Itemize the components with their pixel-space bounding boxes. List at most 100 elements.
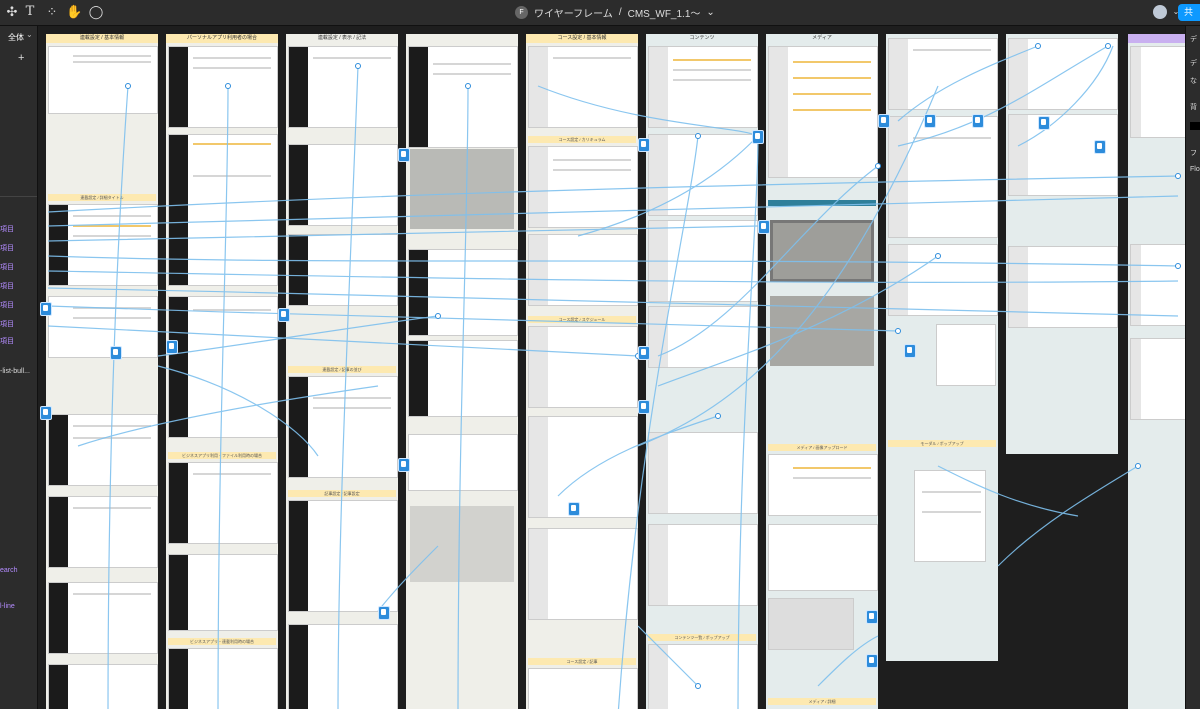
flow-start-icon[interactable]	[166, 340, 178, 354]
wireframe-screen[interactable]	[168, 648, 278, 709]
wireframe-screen[interactable]	[288, 376, 398, 478]
flow-start-icon[interactable]	[568, 502, 580, 516]
wireframe-screen[interactable]	[168, 462, 278, 544]
layer-item[interactable]: 項目	[0, 243, 14, 253]
wireframe-screen[interactable]	[408, 46, 518, 148]
wireframe-screen[interactable]	[888, 116, 998, 238]
wireframe-screen[interactable]	[648, 644, 758, 709]
file-name[interactable]: CMS_WF_1.1〜	[628, 5, 701, 20]
wireframe-screen[interactable]	[48, 296, 158, 358]
flow-start-icon[interactable]	[378, 606, 390, 620]
section-frame[interactable]	[406, 34, 518, 709]
wireframe-screen[interactable]	[768, 524, 878, 591]
background-swatch[interactable]	[1190, 122, 1200, 130]
user-avatar[interactable]	[1153, 5, 1167, 19]
flow-start-icon[interactable]	[398, 458, 410, 472]
modal-screen[interactable]	[914, 470, 986, 562]
wireframe-screen[interactable]	[168, 46, 278, 128]
flow-start-icon[interactable]	[638, 346, 650, 360]
wireframe-screen[interactable]	[648, 306, 758, 368]
section-frame[interactable]	[1128, 34, 1185, 709]
wireframe-screen[interactable]	[1130, 338, 1185, 420]
wireframe-screen[interactable]	[528, 668, 638, 709]
flow-start-icon[interactable]	[866, 654, 878, 668]
section-frame[interactable]: コース設定 / 基本情報 コース設定 / カリキュラム コース設定 / スケジュ…	[526, 34, 638, 709]
wireframe-screen[interactable]	[768, 46, 878, 178]
layer-item[interactable]: 項目	[0, 281, 14, 291]
wireframe-screen[interactable]	[48, 582, 158, 654]
flow-start-icon[interactable]	[866, 610, 878, 624]
wireframe-screen[interactable]	[288, 46, 398, 128]
layer-item[interactable]: l-line	[0, 603, 15, 610]
hand-tool-icon[interactable]: ✋	[66, 4, 82, 20]
layer-item[interactable]: 項目	[0, 300, 14, 310]
wireframe-screen[interactable]	[1008, 114, 1118, 196]
wireframe-screen[interactable]	[288, 234, 398, 306]
layer-item[interactable]: 項目	[0, 319, 14, 329]
section-frame[interactable]: コンテンツ コンテンツ一覧 / ポップアップ	[646, 34, 758, 709]
section-frame[interactable]: 連載設定 / 基本情報 連載設定 / 詳細タイトル	[46, 34, 158, 709]
frame-tool-icon[interactable]: ✣	[4, 4, 20, 20]
flow-start-icon[interactable]	[40, 302, 52, 316]
section-frame[interactable]: モーダル / ポップアップ	[886, 34, 998, 661]
components-icon[interactable]: ⁘	[44, 4, 60, 20]
wireframe-screen[interactable]	[1008, 38, 1118, 110]
chevron-down-icon[interactable]: ⌄	[706, 7, 714, 18]
page-selector[interactable]: 全体	[8, 32, 24, 43]
wireframe-screen[interactable]	[408, 434, 518, 491]
wireframe-screen[interactable]	[528, 234, 638, 306]
flow-start-icon[interactable]	[904, 344, 916, 358]
wireframe-screen[interactable]	[648, 134, 758, 216]
wireframe-screen[interactable]	[48, 664, 158, 709]
wireframe-screen[interactable]	[168, 296, 278, 438]
wireframe-screen[interactable]	[528, 326, 638, 408]
project-name[interactable]: ワイヤーフレーム	[534, 5, 613, 20]
flow-start-icon[interactable]	[1038, 116, 1050, 130]
wireframe-screen[interactable]	[48, 204, 158, 286]
wireframe-screen[interactable]	[168, 134, 278, 286]
section-frame[interactable]: メディア メディア / 画像アップロード メディア / 詳細	[766, 34, 878, 709]
flow-start-icon[interactable]	[878, 114, 890, 128]
modal-screen[interactable]	[936, 324, 996, 386]
wireframe-screen[interactable]	[48, 496, 158, 568]
flow-start-icon[interactable]	[110, 346, 122, 360]
layer-item[interactable]: 項目	[0, 262, 14, 272]
share-button[interactable]: 共	[1178, 4, 1200, 21]
wireframe-screen[interactable]	[888, 38, 998, 110]
wireframe-screen[interactable]	[768, 454, 878, 516]
wireframe-screen[interactable]	[1130, 46, 1185, 138]
text-tool-icon[interactable]: T	[22, 4, 38, 20]
layer-item[interactable]: 項目	[0, 336, 14, 346]
section-frame[interactable]: パーソナルアプリ利用者の場合 ビジネスアプリ利用・ファイル利用時の場合 ビジネス…	[166, 34, 278, 709]
flow-start-icon[interactable]	[40, 406, 52, 420]
wireframe-screen[interactable]	[648, 46, 758, 128]
flow-start-icon[interactable]	[752, 130, 764, 144]
wireframe-screen[interactable]	[288, 624, 398, 709]
wireframe-screen[interactable]	[648, 220, 758, 302]
wireframe-screen[interactable]	[528, 146, 638, 228]
wireframe-screen[interactable]	[1130, 244, 1185, 326]
wireframe-screen[interactable]	[48, 46, 158, 114]
wireframe-screen[interactable]	[48, 414, 158, 486]
wireframe-screen[interactable]	[528, 46, 638, 128]
wireframe-screen[interactable]	[1008, 246, 1118, 328]
add-page-button[interactable]: +	[18, 52, 24, 64]
flow-start-icon[interactable]	[398, 148, 410, 162]
layer-item[interactable]: earch	[0, 567, 18, 574]
chevron-down-icon[interactable]: ⌄	[26, 30, 33, 39]
flow-start-icon[interactable]	[278, 308, 290, 322]
design-canvas[interactable]: 連載設定 / 基本情報 連載設定 / 詳細タイトル パーソナルアプリ利用者の場合…	[38, 26, 1185, 709]
flow-start-icon[interactable]	[924, 114, 936, 128]
wireframe-screen[interactable]	[288, 144, 398, 226]
layer-item[interactable]: -list-bull...	[0, 368, 30, 375]
flow-start-icon[interactable]	[758, 220, 770, 234]
wireframe-screen[interactable]	[528, 416, 638, 518]
flow-start-icon[interactable]	[638, 400, 650, 414]
wireframe-screen[interactable]	[168, 554, 278, 631]
flow-start-icon[interactable]	[638, 138, 650, 152]
layer-item[interactable]: 項目	[0, 224, 14, 234]
wireframe-screen[interactable]	[288, 500, 398, 612]
wireframe-screen[interactable]	[648, 432, 758, 514]
wireframe-screen[interactable]	[408, 340, 518, 417]
flow-start-icon[interactable]	[1094, 140, 1106, 154]
